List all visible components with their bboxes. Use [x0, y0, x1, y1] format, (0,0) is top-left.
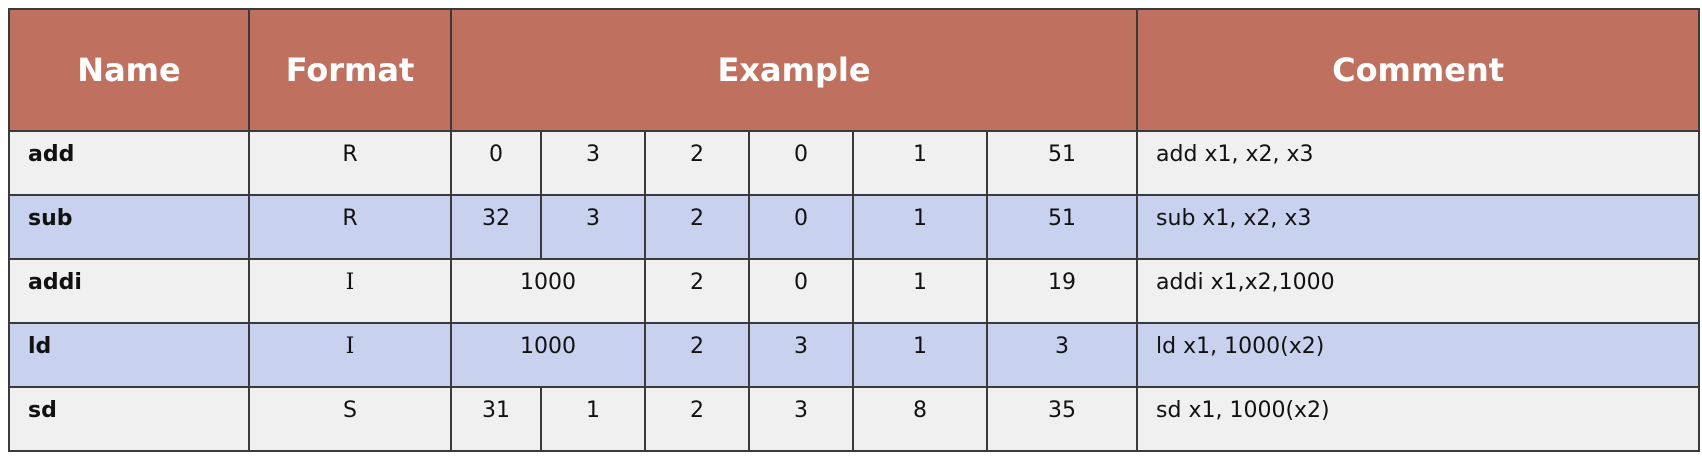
slide-frame: Name Format Example Comment add R 0 3 2 … [0, 0, 1702, 458]
row-format: R [248, 130, 452, 196]
row-comment: sub x1, x2, x3 [1136, 194, 1701, 260]
row-field: 8 [852, 386, 988, 452]
row-field: 1 [852, 258, 988, 324]
row-field: 1 [540, 386, 646, 452]
row-format: I [248, 258, 452, 324]
row-format: I [248, 322, 452, 388]
row-field: 32 [450, 194, 542, 260]
row-field: 3 [748, 386, 854, 452]
header-row: Name Format Example Comment [8, 8, 1701, 132]
header-example: Example [449, 8, 1139, 132]
row-field: 2 [644, 322, 750, 388]
row-field: 0 [748, 194, 854, 260]
header-comment: Comment [1136, 8, 1701, 132]
row-field: 51 [985, 130, 1139, 196]
row-field: 35 [985, 386, 1139, 452]
row-format: R [248, 194, 452, 260]
row-field: 19 [985, 258, 1139, 324]
row-field: 1 [852, 194, 988, 260]
row-field: 2 [644, 194, 750, 260]
table-row-ld: ld I 1000 2 3 1 3 ld x1, 1000(x2) [8, 322, 1701, 388]
header-name: Name [8, 8, 250, 132]
instruction-format-table: Name Format Example Comment add R 0 3 2 … [8, 8, 1701, 452]
row-field: 2 [644, 130, 750, 196]
row-field-immediate: 1000 [450, 322, 646, 388]
row-field: 0 [450, 130, 542, 196]
row-comment: add x1, x2, x3 [1136, 130, 1701, 196]
row-format: S [248, 386, 452, 452]
row-field: 3 [540, 194, 646, 260]
table-row-sub: sub R 32 3 2 0 1 51 sub x1, x2, x3 [8, 194, 1701, 260]
row-field: 51 [985, 194, 1139, 260]
row-field: 3 [985, 322, 1139, 388]
row-field-immediate: 1000 [450, 258, 646, 324]
row-comment: sd x1, 1000(x2) [1136, 386, 1701, 452]
row-field: 2 [644, 386, 750, 452]
row-field: 0 [748, 130, 854, 196]
row-field: 2 [644, 258, 750, 324]
row-field: 1 [852, 322, 988, 388]
row-name: ld [8, 322, 250, 388]
row-field: 0 [748, 258, 854, 324]
row-name: add [8, 130, 250, 196]
row-field: 1 [852, 130, 988, 196]
table-row-sd: sd S 31 1 2 3 8 35 sd x1, 1000(x2) [8, 386, 1701, 452]
table-row-addi: addi I 1000 2 0 1 19 addi x1,x2,1000 [8, 258, 1701, 324]
row-field: 31 [450, 386, 542, 452]
row-name: sd [8, 386, 250, 452]
row-comment: ld x1, 1000(x2) [1136, 322, 1701, 388]
row-comment: addi x1,x2,1000 [1136, 258, 1701, 324]
row-name: sub [8, 194, 250, 260]
row-field: 3 [748, 322, 854, 388]
header-format: Format [248, 8, 452, 132]
row-field: 3 [540, 130, 646, 196]
row-name: addi [8, 258, 250, 324]
table-row-add: add R 0 3 2 0 1 51 add x1, x2, x3 [8, 130, 1701, 196]
